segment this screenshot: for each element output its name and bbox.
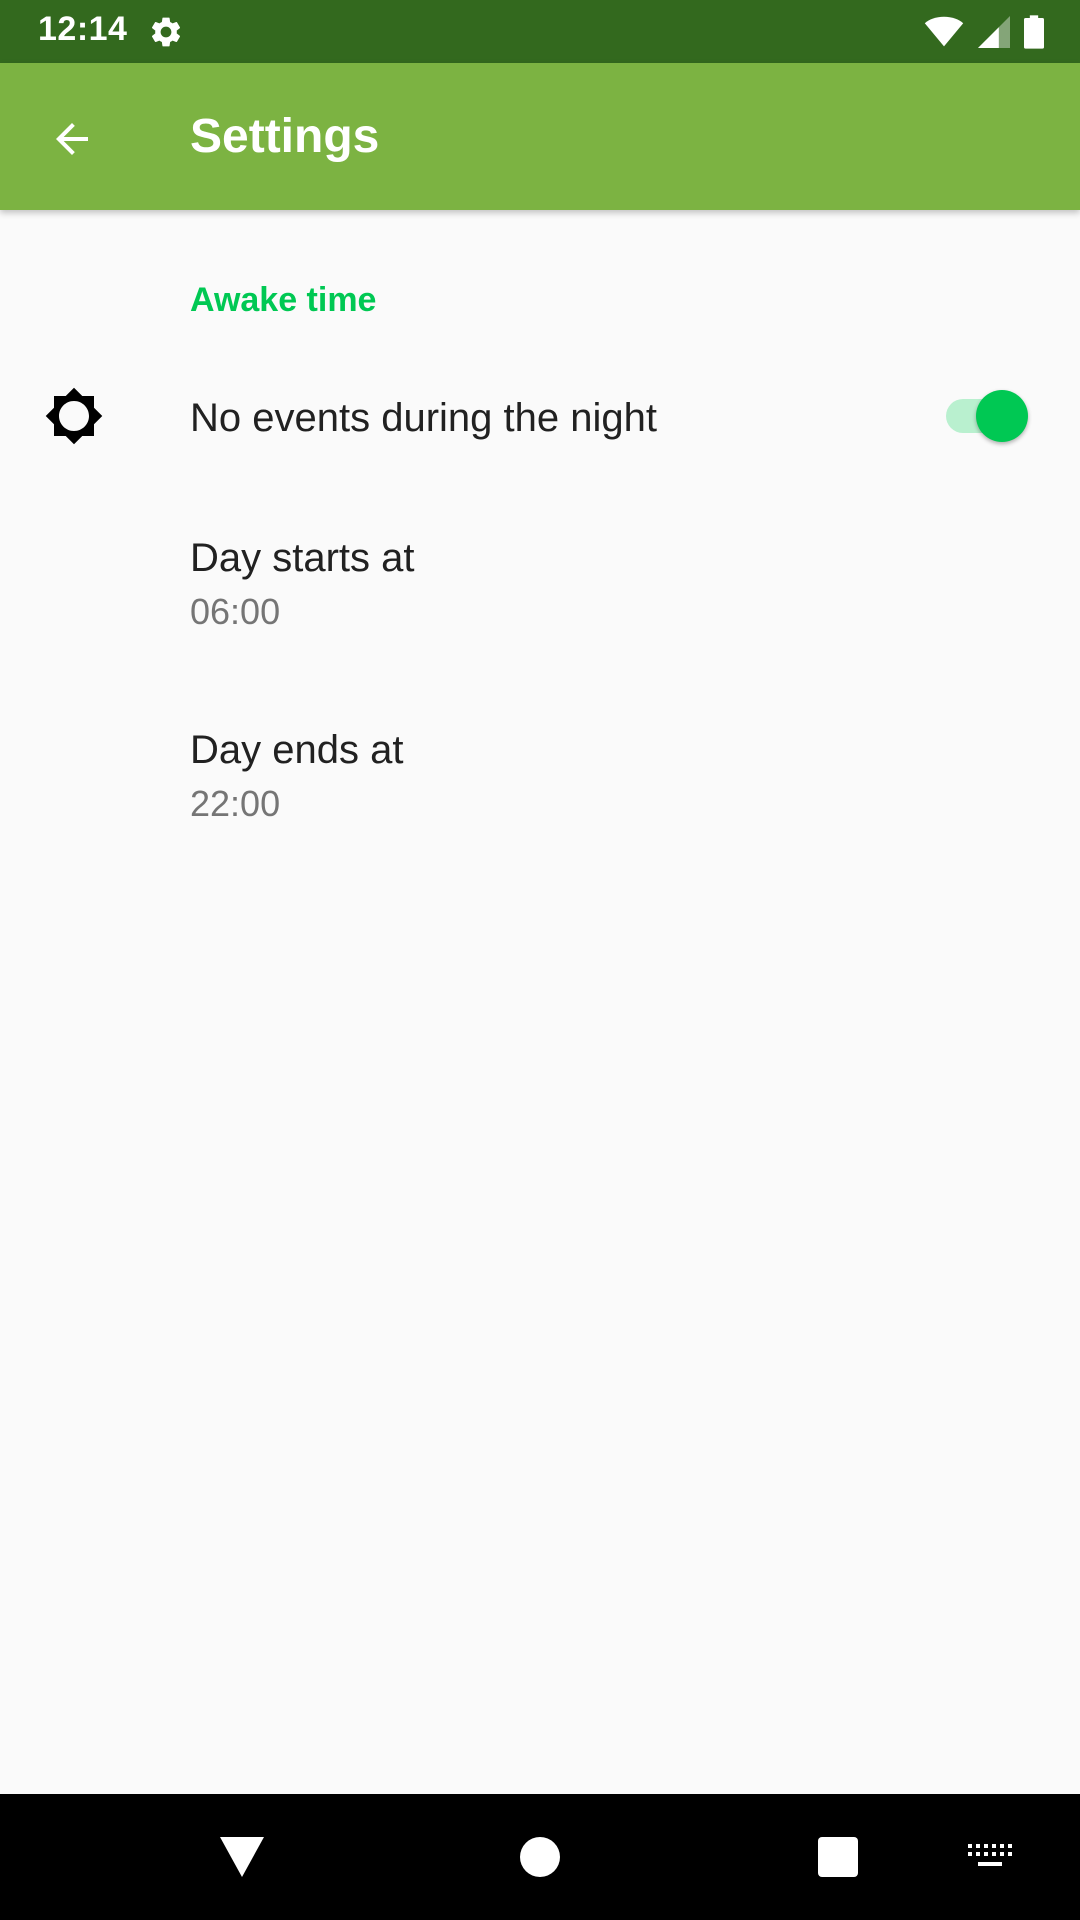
switch-thumb <box>976 390 1028 442</box>
home-circle-icon <box>520 1837 560 1877</box>
pref-title: Day ends at <box>190 728 404 772</box>
pref-day-ends[interactable]: Day ends at 22:00 <box>0 700 1080 880</box>
nav-recents-button[interactable] <box>796 1794 880 1920</box>
pref-summary: 06:00 <box>190 591 281 632</box>
status-bar: 12:14 <box>0 0 1080 63</box>
pref-day-starts[interactable]: Day starts at 06:00 <box>0 506 1080 686</box>
status-time: 12:14 <box>38 10 128 48</box>
nav-keyboard-button[interactable] <box>950 1794 1030 1920</box>
recents-square-icon <box>818 1837 858 1877</box>
brightness-icon <box>45 387 103 445</box>
pref-summary: 22:00 <box>190 783 281 824</box>
section-header-awake-time: Awake time <box>190 281 377 319</box>
wifi-icon <box>924 16 964 47</box>
cellular-signal-icon <box>978 16 1010 48</box>
no-events-night-switch[interactable] <box>946 390 1030 442</box>
nav-home-button[interactable] <box>498 1794 582 1920</box>
keyboard-icon <box>968 1844 1012 1866</box>
app-bar: Settings <box>0 63 1080 210</box>
back-triangle-icon <box>220 1837 264 1877</box>
pref-title: No events during the night <box>190 396 657 440</box>
battery-icon <box>1024 15 1044 49</box>
settings-gear-icon <box>151 17 181 47</box>
status-icons <box>924 12 1044 52</box>
page-title: Settings <box>190 110 380 163</box>
nav-back-button[interactable] <box>200 1794 284 1920</box>
settings-screen: 12:14 Settings Awake time No events duri… <box>0 0 1080 1920</box>
navigation-bar <box>0 1794 1080 1920</box>
pref-title: Day starts at <box>190 536 415 580</box>
pref-no-events-night[interactable]: No events during the night <box>0 350 1080 486</box>
arrow-back-icon <box>56 123 88 155</box>
back-button[interactable] <box>36 103 108 175</box>
